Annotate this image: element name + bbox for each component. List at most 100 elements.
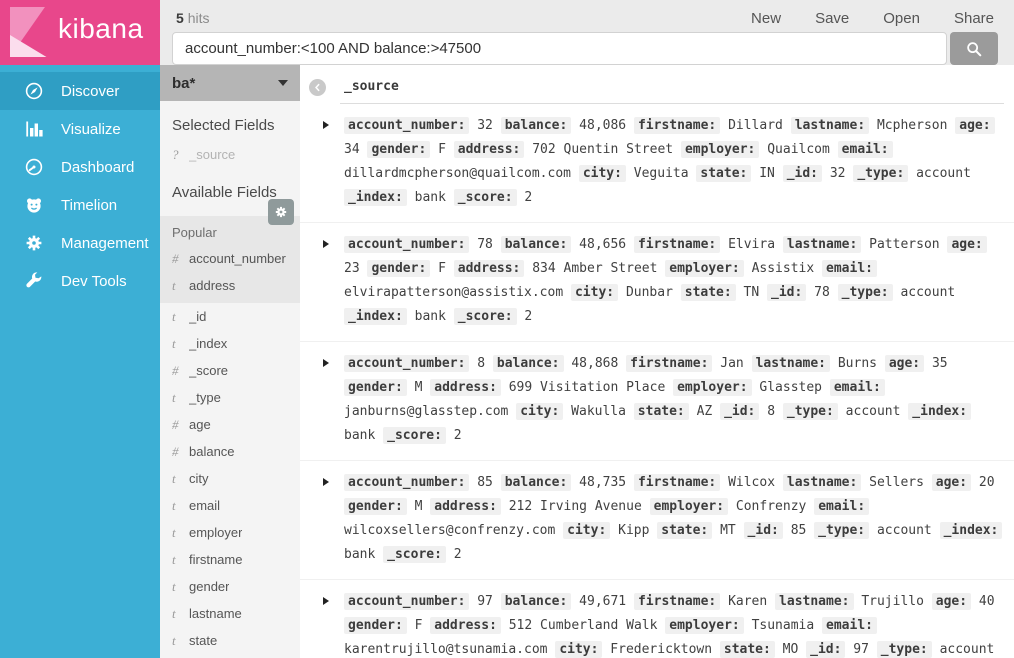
field-chip: _index: xyxy=(908,403,971,420)
kibana-app: kibana 5 hits New Save Open Share xyxy=(0,0,1014,658)
field-chip: city: xyxy=(563,522,610,539)
sidebar-item-discover[interactable]: Discover xyxy=(0,72,160,110)
field-chip: _type: xyxy=(814,522,869,539)
sidebar-item-label: Discover xyxy=(61,83,119,100)
field-value: AZ xyxy=(697,404,713,419)
new-button[interactable]: New xyxy=(751,10,781,27)
field-city[interactable]: t city xyxy=(160,465,300,492)
field-chip: firstname: xyxy=(634,474,720,491)
field-chip: email: xyxy=(838,141,893,158)
field-chip: _score: xyxy=(454,189,517,206)
field-value: dillardmcpherson@quailcom.com xyxy=(344,166,571,181)
field-value: Trujillo xyxy=(861,594,924,609)
index-pattern-selector[interactable]: ba* xyxy=(160,65,300,101)
field-value: F xyxy=(438,142,446,157)
field-name-label: address xyxy=(189,278,235,293)
field-_id[interactable]: t _id xyxy=(160,303,300,330)
field-age[interactable]: # age xyxy=(160,411,300,438)
field-value: Wilcox xyxy=(728,475,775,490)
field-chip: lastname: xyxy=(791,117,869,134)
field-type-icon: t xyxy=(172,525,189,541)
field-chip: account_number: xyxy=(344,474,469,491)
sidebar-item-timelion[interactable]: Timelion xyxy=(0,186,160,224)
field-value: TN xyxy=(744,285,760,300)
field-chip: _index: xyxy=(344,308,407,325)
expand-caret-icon[interactable] xyxy=(323,121,329,129)
expand-caret-icon[interactable] xyxy=(323,478,329,486)
field-chip: employer: xyxy=(673,379,751,396)
sidebar-item-dashboard[interactable]: Dashboard xyxy=(0,148,160,186)
expand-caret-icon[interactable] xyxy=(323,597,329,605)
sidebar-item-dev-tools[interactable]: Dev Tools xyxy=(0,262,160,300)
field-name-label: gender xyxy=(189,579,229,594)
expand-caret-icon[interactable] xyxy=(323,240,329,248)
field-chip: city: xyxy=(571,284,618,301)
field-gender[interactable]: t gender xyxy=(160,573,300,600)
field-value: MO xyxy=(783,642,799,657)
collapse-sidebar-button[interactable] xyxy=(309,79,326,96)
sidebar-item-label: Management xyxy=(61,235,149,252)
field-type-icon: t xyxy=(172,309,189,325)
document-row: account_number: 85 balance: 48,735 first… xyxy=(300,461,1014,580)
field-_type[interactable]: t _type xyxy=(160,384,300,411)
field-lastname[interactable]: t lastname xyxy=(160,600,300,627)
field-value: 85 xyxy=(477,475,493,490)
field-employer[interactable]: t employer xyxy=(160,519,300,546)
field-chip: employer: xyxy=(681,141,759,158)
open-button[interactable]: Open xyxy=(883,10,920,27)
field-_source[interactable]: ? _source xyxy=(160,141,300,168)
field-settings-button[interactable] xyxy=(268,199,294,225)
field-value: 48,735 xyxy=(579,475,626,490)
field-type-icon: t xyxy=(172,390,189,406)
field-balance[interactable]: # balance xyxy=(160,438,300,465)
field-value: 78 xyxy=(814,285,830,300)
save-button[interactable]: Save xyxy=(815,10,849,27)
document-row: account_number: 32 balance: 48,086 first… xyxy=(300,104,1014,223)
field-value: Dunbar xyxy=(626,285,673,300)
field-value: account xyxy=(846,404,901,419)
field-email[interactable]: t email xyxy=(160,492,300,519)
field-value: 35 xyxy=(932,356,948,371)
search-button[interactable] xyxy=(950,32,998,65)
document-row: account_number: 8 balance: 48,868 firstn… xyxy=(300,342,1014,461)
field-name-label: age xyxy=(189,417,211,432)
field-chip: email: xyxy=(830,379,885,396)
field-chip: address: xyxy=(454,141,525,158)
field-chip: _id: xyxy=(744,522,783,539)
field-_score[interactable]: # _score xyxy=(160,357,300,384)
gear-icon xyxy=(24,233,44,253)
field-chip: age: xyxy=(885,355,924,372)
search-input[interactable] xyxy=(172,32,947,65)
wrench-icon xyxy=(24,271,44,291)
field-value: account xyxy=(900,285,955,300)
field-value: karentrujillo@tsunamia.com xyxy=(344,642,548,657)
field-account_number[interactable]: # account_number xyxy=(160,245,300,272)
field-chip: _type: xyxy=(783,403,838,420)
sidebar-item-label: Timelion xyxy=(61,197,117,214)
document-source: account_number: 97 balance: 49,671 first… xyxy=(344,590,1004,658)
field-chip: age: xyxy=(955,117,994,134)
field-chip: balance: xyxy=(501,236,572,253)
field-value: 48,868 xyxy=(571,356,618,371)
sidebar-item-management[interactable]: Management xyxy=(0,224,160,262)
field-firstname[interactable]: t firstname xyxy=(160,546,300,573)
field-_index[interactable]: t _index xyxy=(160,330,300,357)
source-column-header: _source xyxy=(344,79,399,94)
hits-count: 5 xyxy=(176,10,184,26)
field-value: Elvira xyxy=(728,237,775,252)
share-button[interactable]: Share xyxy=(954,10,994,27)
field-value: Wakulla xyxy=(571,404,626,419)
field-value: 34 xyxy=(344,142,360,157)
field-value: 212 Irving Avenue xyxy=(509,499,642,514)
field-value: account xyxy=(916,166,971,181)
field-value: 32 xyxy=(830,166,846,181)
field-state[interactable]: t state xyxy=(160,627,300,654)
field-chip: firstname: xyxy=(634,593,720,610)
expand-caret-icon[interactable] xyxy=(323,359,329,367)
field-chip: email: xyxy=(822,617,877,634)
selected-fields-heading: Selected Fields xyxy=(160,101,300,141)
sidebar-item-visualize[interactable]: Visualize xyxy=(0,110,160,148)
field-address[interactable]: t address xyxy=(160,272,300,299)
field-chip: state: xyxy=(634,403,689,420)
field-chip: address: xyxy=(430,498,501,515)
